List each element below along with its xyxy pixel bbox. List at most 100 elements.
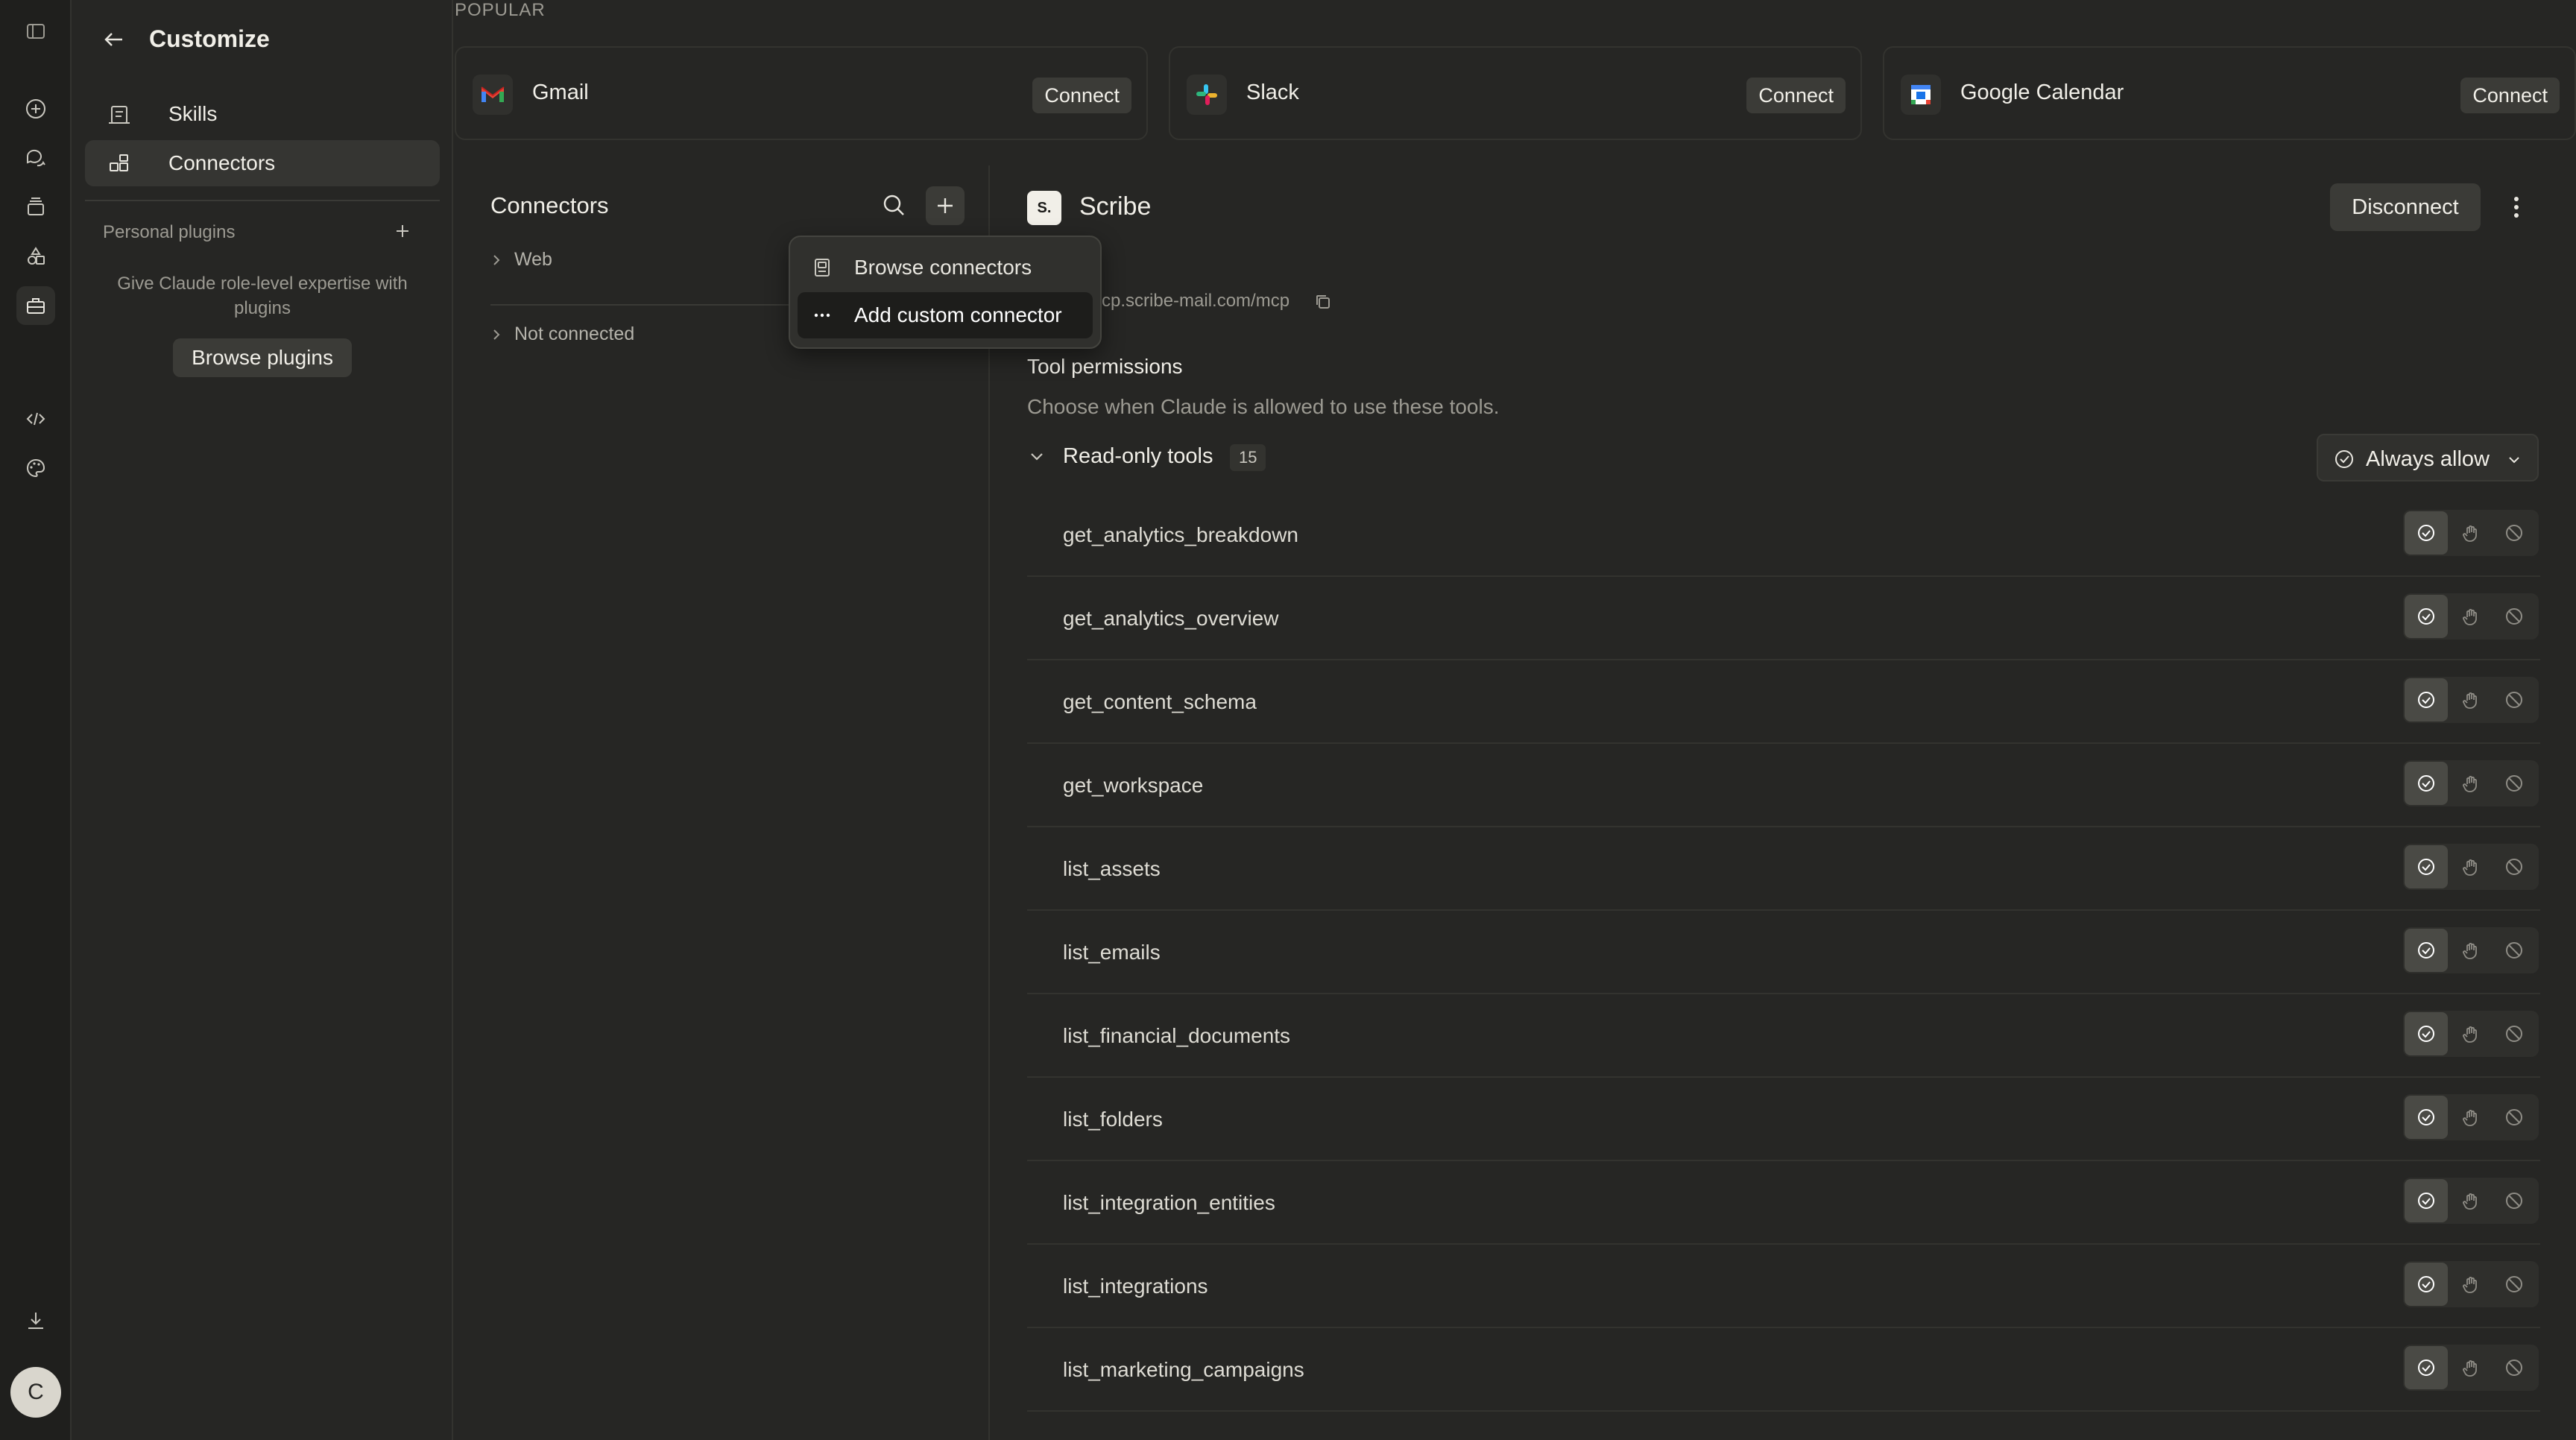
- add-connector-menu: Browse connectors Add custom connector: [789, 236, 1102, 349]
- customize-icon[interactable]: [16, 286, 55, 325]
- card-title: Slack: [1246, 80, 1299, 104]
- tool-row: list_folders: [1027, 1078, 2540, 1161]
- popular-section-label: POPULAR: [455, 0, 546, 20]
- allow-check-icon[interactable]: [2405, 762, 2448, 805]
- readonly-tools-label[interactable]: Read-only tools: [1063, 444, 1213, 469]
- palette-icon[interactable]: [16, 449, 55, 487]
- slack-icon: [1187, 75, 1227, 115]
- chevron-down-icon[interactable]: [1026, 446, 1048, 468]
- chats-icon[interactable]: [16, 139, 55, 177]
- block-icon[interactable]: [2493, 1012, 2536, 1055]
- popular-card-slack: Slack Connect: [1169, 46, 1862, 140]
- download-icon[interactable]: [16, 1301, 55, 1340]
- add-custom-connector-menu-item[interactable]: Add custom connector: [798, 292, 1093, 338]
- block-icon[interactable]: [2493, 1096, 2536, 1139]
- ask-hand-icon[interactable]: [2449, 1096, 2493, 1139]
- ask-hand-icon[interactable]: [2449, 1012, 2493, 1055]
- chevron-down-icon: [2506, 452, 2522, 468]
- connect-button[interactable]: Connect: [2460, 78, 2560, 113]
- connectors-panel-title: Connectors: [490, 192, 609, 218]
- allow-check-icon[interactable]: [2405, 511, 2448, 555]
- tool-name: get_content_schema: [1063, 690, 1257, 713]
- sidebar-item-label: Connectors: [168, 151, 276, 174]
- group-label: Not connected: [514, 323, 635, 344]
- ask-hand-icon[interactable]: [2449, 678, 2493, 721]
- gmail-icon: [473, 75, 513, 115]
- code-icon[interactable]: [16, 400, 55, 438]
- permission-toggle: [2403, 927, 2539, 973]
- popular-card-google-calendar: Google Calendar Connect: [1883, 46, 2576, 140]
- ask-hand-icon[interactable]: [2449, 1263, 2493, 1306]
- card-title: Gmail: [532, 80, 589, 104]
- connectors-icon: [107, 153, 131, 175]
- browse-plugins-button[interactable]: Browse plugins: [173, 338, 352, 377]
- ask-hand-icon[interactable]: [2449, 762, 2493, 805]
- permission-toggle: [2403, 760, 2539, 806]
- connector-title: Scribe: [1079, 192, 1152, 221]
- ellipsis-icon: [811, 304, 833, 326]
- block-icon[interactable]: [2493, 511, 2536, 555]
- allow-check-icon[interactable]: [2405, 678, 2448, 721]
- sidebar-item-label: Skills: [168, 102, 218, 125]
- permission-toggle: [2403, 1094, 2539, 1140]
- artifacts-icon[interactable]: [16, 237, 55, 276]
- allow-check-icon[interactable]: [2405, 1096, 2448, 1139]
- new-chat-icon[interactable]: [16, 89, 55, 128]
- ask-hand-icon[interactable]: [2449, 595, 2493, 638]
- tool-row: list_integration_entities: [1027, 1161, 2540, 1245]
- add-connector-button[interactable]: [926, 186, 965, 225]
- disconnect-button[interactable]: Disconnect: [2330, 183, 2481, 231]
- tool-name: list_financial_documents: [1063, 1024, 1291, 1047]
- block-icon[interactable]: [2493, 1179, 2536, 1222]
- popular-card-gmail: Gmail Connect: [455, 46, 1148, 140]
- back-arrow-icon[interactable]: [101, 27, 127, 52]
- allow-check-icon[interactable]: [2405, 1346, 2448, 1389]
- always-allow-dropdown[interactable]: Always allow: [2317, 434, 2539, 481]
- block-icon[interactable]: [2493, 595, 2536, 638]
- readonly-count-badge: 15: [1230, 444, 1266, 471]
- group-not-connected[interactable]: Not connected: [489, 323, 634, 345]
- block-icon[interactable]: [2493, 845, 2536, 888]
- group-web[interactable]: Web: [489, 249, 552, 271]
- permissions-title: Tool permissions: [1027, 355, 1183, 378]
- add-plugin-icon[interactable]: [392, 221, 413, 241]
- sidebar-item-skills[interactable]: Skills: [85, 91, 440, 137]
- allow-check-icon[interactable]: [2405, 1263, 2448, 1306]
- allow-check-icon[interactable]: [2405, 1179, 2448, 1222]
- ask-hand-icon[interactable]: [2449, 1179, 2493, 1222]
- allow-check-icon[interactable]: [2405, 929, 2448, 972]
- tool-name: list_assets: [1063, 857, 1161, 880]
- tool-name: list_folders: [1063, 1108, 1163, 1131]
- ask-hand-icon[interactable]: [2449, 1346, 2493, 1389]
- permission-toggle: [2403, 510, 2539, 556]
- block-icon[interactable]: [2493, 762, 2536, 805]
- browse-connectors-menu-item[interactable]: Browse connectors: [798, 244, 1093, 291]
- block-icon[interactable]: [2493, 1263, 2536, 1306]
- catalog-icon: [811, 256, 833, 279]
- ask-hand-icon[interactable]: [2449, 929, 2493, 972]
- connect-button[interactable]: Connect: [1032, 78, 1131, 113]
- card-title: Google Calendar: [1960, 80, 2124, 104]
- allow-check-icon[interactable]: [2405, 845, 2448, 888]
- sidebar-toggle-icon[interactable]: [16, 12, 55, 51]
- permissions-description: Choose when Claude is allowed to use the…: [1027, 395, 1500, 418]
- permission-toggle: [2403, 1345, 2539, 1391]
- plus-icon: [938, 198, 953, 213]
- allow-check-icon[interactable]: [2405, 595, 2448, 638]
- block-icon[interactable]: [2493, 929, 2536, 972]
- copy-icon[interactable]: [1313, 292, 1333, 312]
- projects-icon[interactable]: [16, 188, 55, 227]
- block-icon[interactable]: [2493, 678, 2536, 721]
- tool-row: list_financial_documents: [1027, 994, 2540, 1078]
- tool-row: list_emails: [1027, 911, 2540, 994]
- sidebar-item-connectors[interactable]: Connectors: [85, 140, 440, 186]
- search-icon[interactable]: [880, 191, 909, 221]
- page-title: Customize: [149, 25, 270, 52]
- allow-check-icon[interactable]: [2405, 1012, 2448, 1055]
- ask-hand-icon[interactable]: [2449, 511, 2493, 555]
- more-options-icon[interactable]: [2503, 192, 2530, 222]
- ask-hand-icon[interactable]: [2449, 845, 2493, 888]
- avatar[interactable]: C: [10, 1367, 61, 1418]
- block-icon[interactable]: [2493, 1346, 2536, 1389]
- connect-button[interactable]: Connect: [1746, 78, 1846, 113]
